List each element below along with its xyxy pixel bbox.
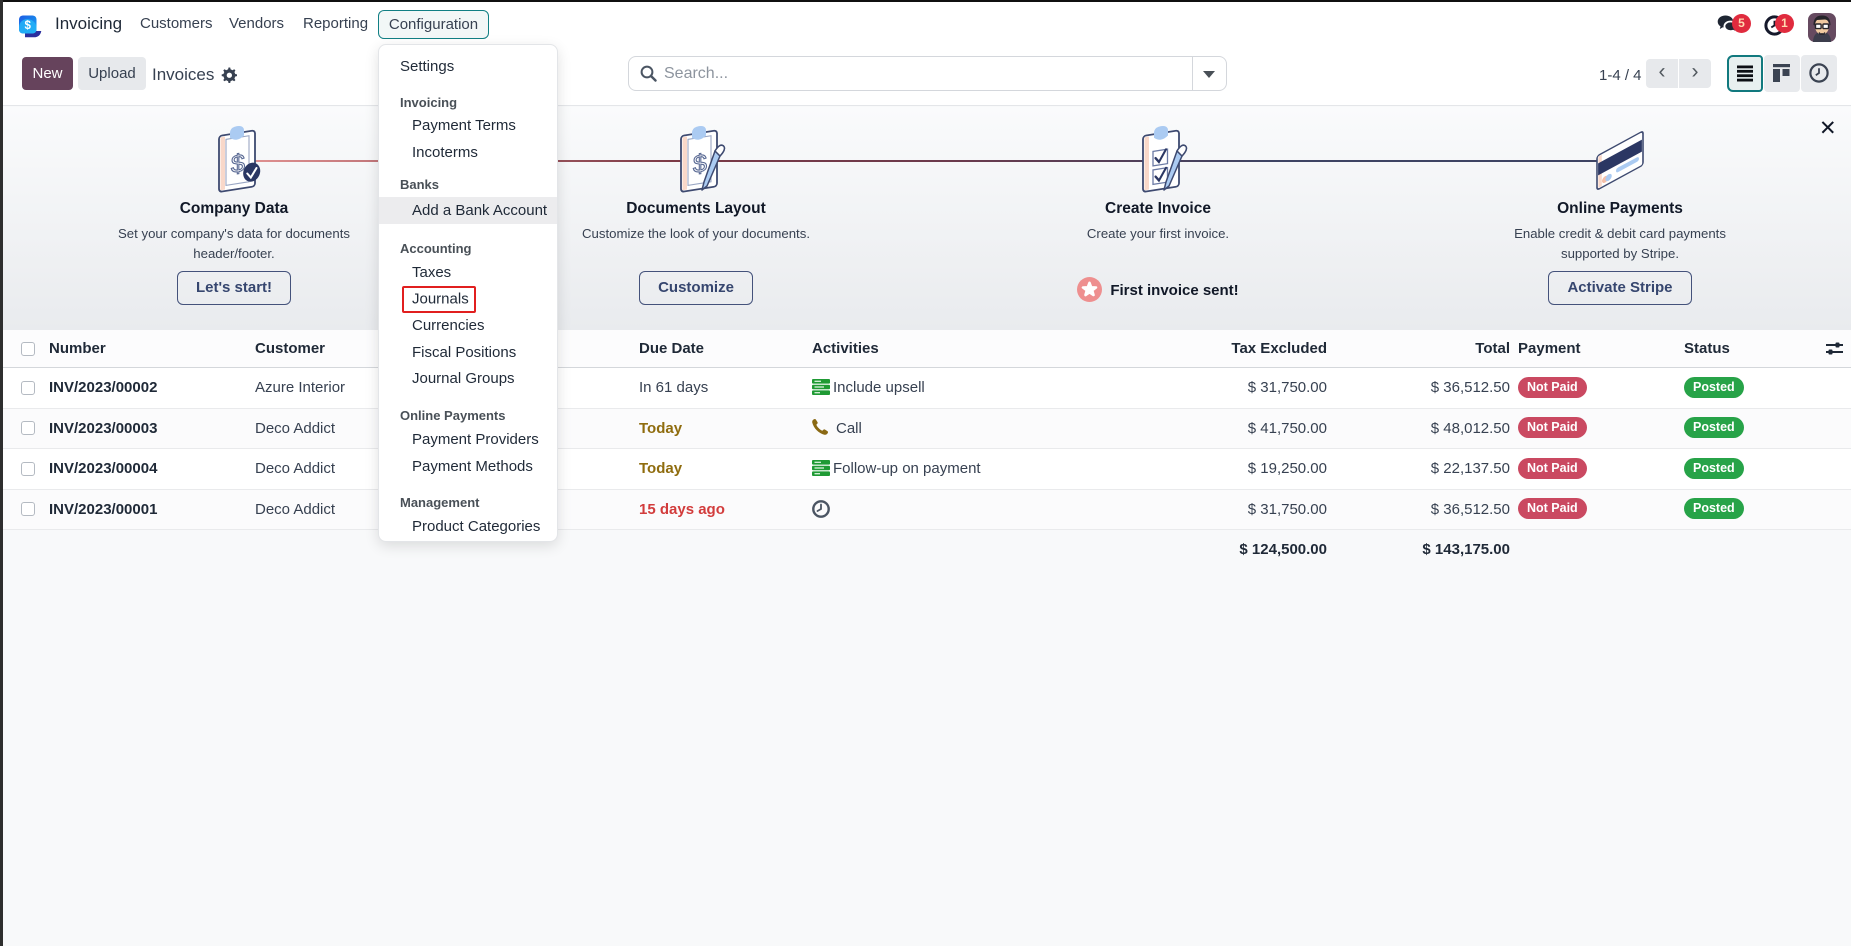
svg-text:$: $ (693, 149, 707, 179)
svg-text:$: $ (24, 20, 31, 32)
svg-text:$: $ (231, 149, 245, 179)
